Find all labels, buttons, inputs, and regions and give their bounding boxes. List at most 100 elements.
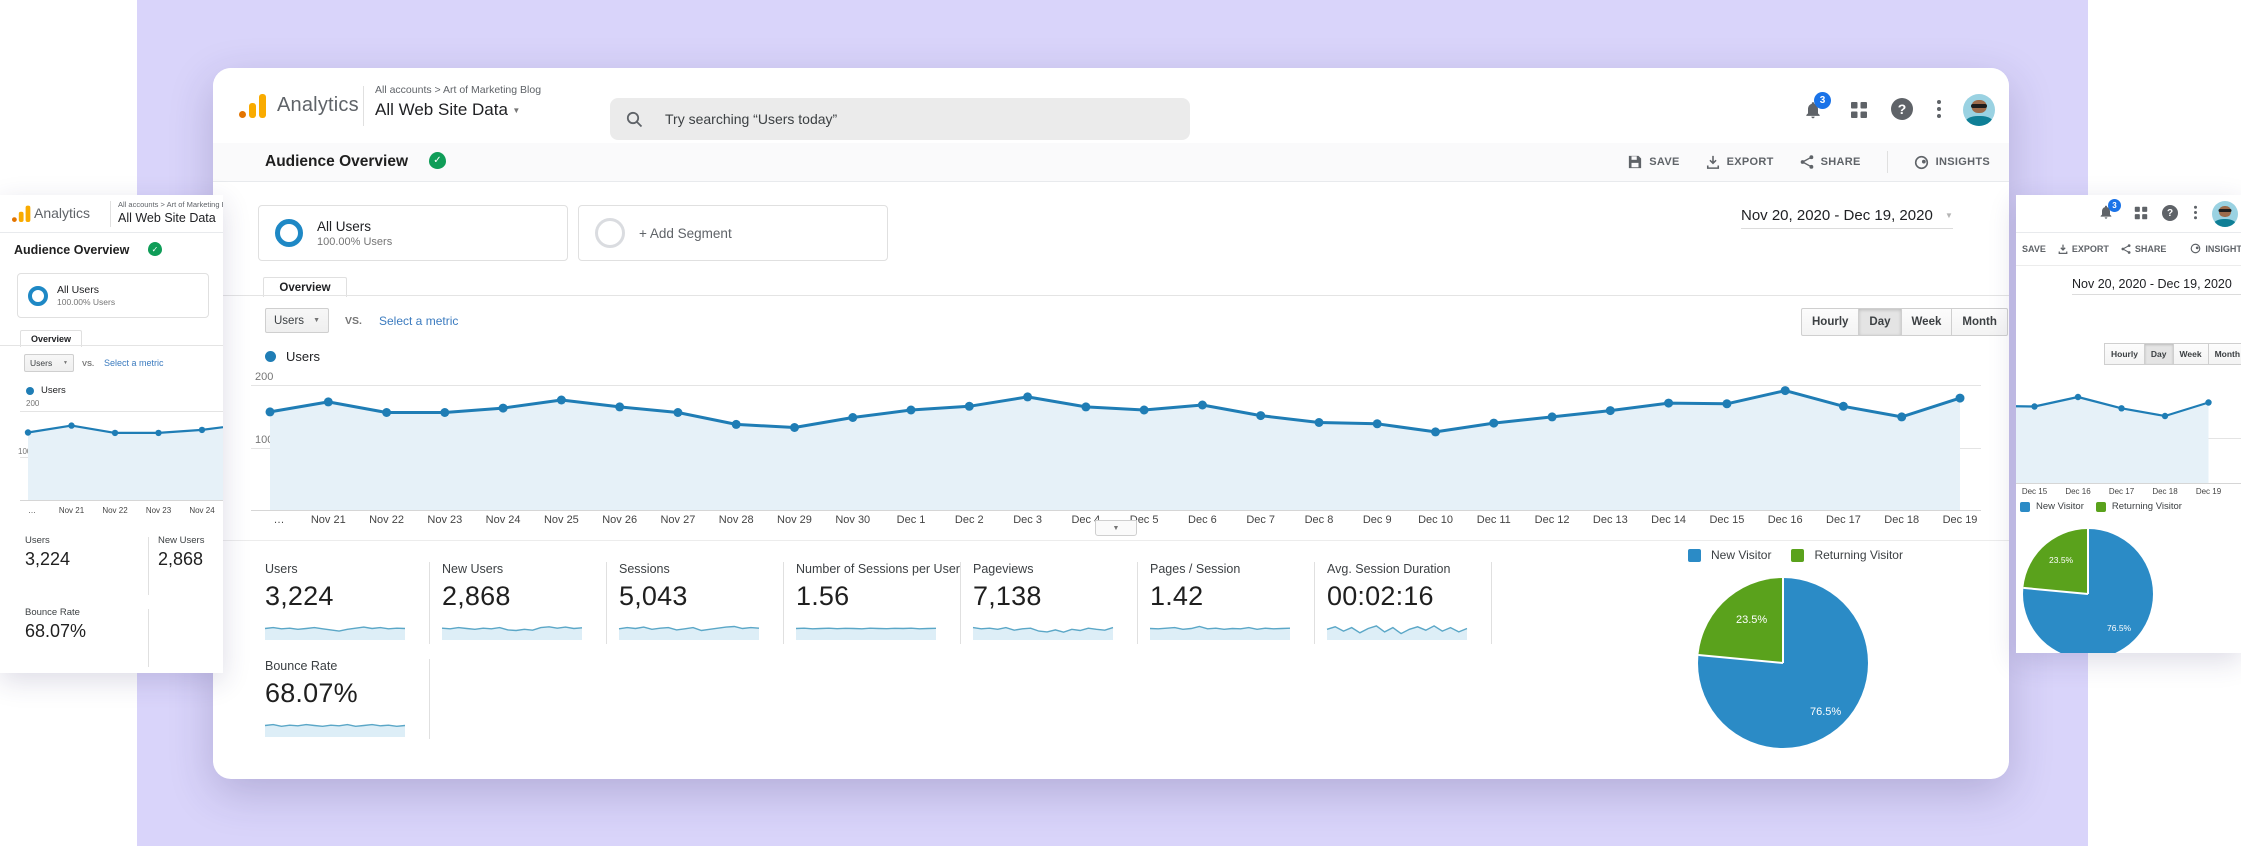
tab-overview[interactable]: Overview [263, 277, 347, 297]
x-axis-label: Nov 26 [602, 514, 637, 526]
help-button[interactable]: ? [1891, 98, 1913, 120]
help-icon: ? [2162, 205, 2178, 221]
x-axis-label: Dec 15 [1709, 514, 1744, 526]
metric-selector[interactable]: Users ▼ [265, 308, 329, 333]
granularity-button-week[interactable]: Week [1902, 308, 1953, 336]
verified-badge-icon: ✓ [148, 242, 162, 256]
granularity-button-month[interactable]: Month [1952, 308, 2007, 336]
metric-card-pageviews: Pageviews7,138 [961, 562, 1138, 644]
property-selector[interactable]: All Web Site Data ▼ [375, 100, 520, 120]
metric-label: New Users [158, 535, 218, 546]
caret-down-icon: ▼ [63, 360, 68, 366]
insights-label: INSIGHTS [1936, 156, 1990, 168]
share-label: SHARE [1821, 156, 1861, 168]
x-axis-label: Dec 13 [1593, 514, 1628, 526]
metric-label: Bounce Rate [265, 659, 429, 673]
more-menu-button[interactable] [1931, 98, 1947, 120]
x-axis-label: Dec 19 [1943, 514, 1978, 526]
legend-label-returning-visitor: Returning Visitor [2112, 501, 2182, 512]
section-divider [213, 540, 2009, 541]
legend-dot-icon [26, 387, 34, 395]
pie-divider [1782, 578, 1784, 663]
date-range-picker[interactable]: Nov 20, 2020 - Dec 19, 2020 ▼ [1741, 207, 1953, 229]
save-label: SAVE [1649, 156, 1679, 168]
annotations-expander[interactable]: ▼ [1095, 520, 1137, 536]
metric-label: Sessions [619, 562, 783, 576]
report-title: Audience Overview [14, 243, 129, 257]
metric-value: 2,868 [442, 581, 606, 612]
metric-divider [148, 609, 149, 667]
metric-value: 68.07% [265, 678, 429, 709]
notifications-button[interactable]: 3 [1801, 98, 1825, 122]
x-axis-label: Nov 29 [777, 514, 812, 526]
vs-label: VS. [345, 315, 362, 327]
apps-grid-button[interactable] [1849, 100, 1869, 120]
users-line-chart[interactable] [265, 368, 1965, 510]
share-button[interactable]: SHARE [1800, 155, 1861, 169]
left-crop-panel: Analytics All accounts > Art of Marketin… [0, 195, 223, 673]
chart-legend: Users [26, 385, 66, 396]
x-axis-labels: Dec 15Dec 16Dec 17Dec 18Dec 19 [2016, 487, 2241, 499]
kebab-icon [2194, 205, 2197, 220]
granularity-button-hourly[interactable]: Hourly [1801, 308, 1859, 336]
search-bar[interactable]: Try searching “Users today” [610, 98, 1190, 140]
visitor-pie-legend: New Visitor Returning Visitor [2020, 501, 2182, 512]
metric-card-number-of-sessions-per-user: Number of Sessions per User1.56 [784, 562, 961, 644]
metric-sparkline [265, 616, 405, 640]
segment-name: All Users [57, 284, 115, 296]
insights-button[interactable]: INSIGHTS [1914, 155, 1990, 170]
apps-grid-icon [1850, 101, 1868, 119]
analytics-logo-icon [12, 210, 24, 222]
metric-value: 3,224 [25, 549, 133, 570]
add-segment-button[interactable]: + Add Segment [578, 205, 888, 261]
segment-chip-all-users[interactable]: All Users 100.00% Users [258, 205, 568, 261]
x-axis-label: Dec 10 [1418, 514, 1453, 526]
x-axis-label: Dec 8 [1305, 514, 1334, 526]
pie-divider [2023, 587, 2088, 595]
pie-slice-label-new: 76.5% [2107, 623, 2131, 633]
granularity-button-month: Month [2209, 343, 2241, 365]
legend-swatch-new-visitor [2020, 502, 2030, 512]
granularity-button-day[interactable]: Day [1859, 308, 1901, 336]
tab-baseline [0, 345, 223, 346]
legend-swatch-returning-visitor [1791, 549, 1804, 562]
metric-selector-value: Users [30, 358, 52, 368]
x-axis-label: Dec 7 [1246, 514, 1275, 526]
x-axis-label: Nov 22 [369, 514, 404, 526]
export-button[interactable]: EXPORT [1706, 155, 1774, 169]
share-button: SHARE [2121, 244, 2167, 254]
user-avatar [2212, 201, 2238, 227]
help-icon: ? [1898, 101, 1907, 117]
granularity-toggle: HourlyDayWeekMonth [2104, 343, 2241, 365]
select-metric-link[interactable]: Select a metric [379, 314, 458, 328]
dup-toolbar: SAVE EXPORT SHARE INSIGHTS [2016, 232, 2241, 266]
users-line-chart [2016, 390, 2241, 483]
x-axis-label: Nov 23 [427, 514, 462, 526]
tab-baseline [213, 295, 2009, 296]
x-axis-label: Dec 14 [1651, 514, 1686, 526]
save-button[interactable]: SAVE [1628, 155, 1679, 169]
x-axis-label: Dec 18 [1884, 514, 1919, 526]
legend-swatch-new-visitor [1688, 549, 1701, 562]
vs-label: VS. [82, 359, 94, 368]
x-axis-line [20, 500, 223, 501]
legend-label: Users [41, 385, 66, 396]
date-range-value: Nov 20, 2020 - Dec 19, 2020 [2072, 277, 2232, 291]
metric-card-avg-session-duration: Avg. Session Duration00:02:16 [1315, 562, 1492, 644]
x-axis-label: Dec 16 [2065, 487, 2090, 496]
breadcrumb: All accounts > Art of Marketing Blog [375, 84, 541, 96]
date-range-picker: Nov 20, 2020 - Dec 19, 2020 ▼ [2072, 277, 2241, 295]
user-avatar[interactable] [1963, 94, 1995, 126]
visitor-pie-legend: New Visitor Returning Visitor [1688, 548, 1903, 562]
app-header: Analytics All accounts > Art of Marketin… [213, 68, 2009, 144]
segment-detail: 100.00% Users [57, 297, 115, 307]
x-axis-label: Nov 21 [59, 506, 84, 515]
caret-down-icon: ▼ [1945, 211, 1953, 220]
metric-sparkline [1327, 616, 1467, 640]
tab-label: Overview [31, 334, 71, 344]
metric-value: 1.56 [796, 581, 960, 612]
metric-value: 1.42 [1150, 581, 1314, 612]
insights-icon [1914, 155, 1929, 170]
property-name: All Web Site Data [118, 211, 216, 225]
metric-card: Users 3,224 [25, 535, 133, 588]
